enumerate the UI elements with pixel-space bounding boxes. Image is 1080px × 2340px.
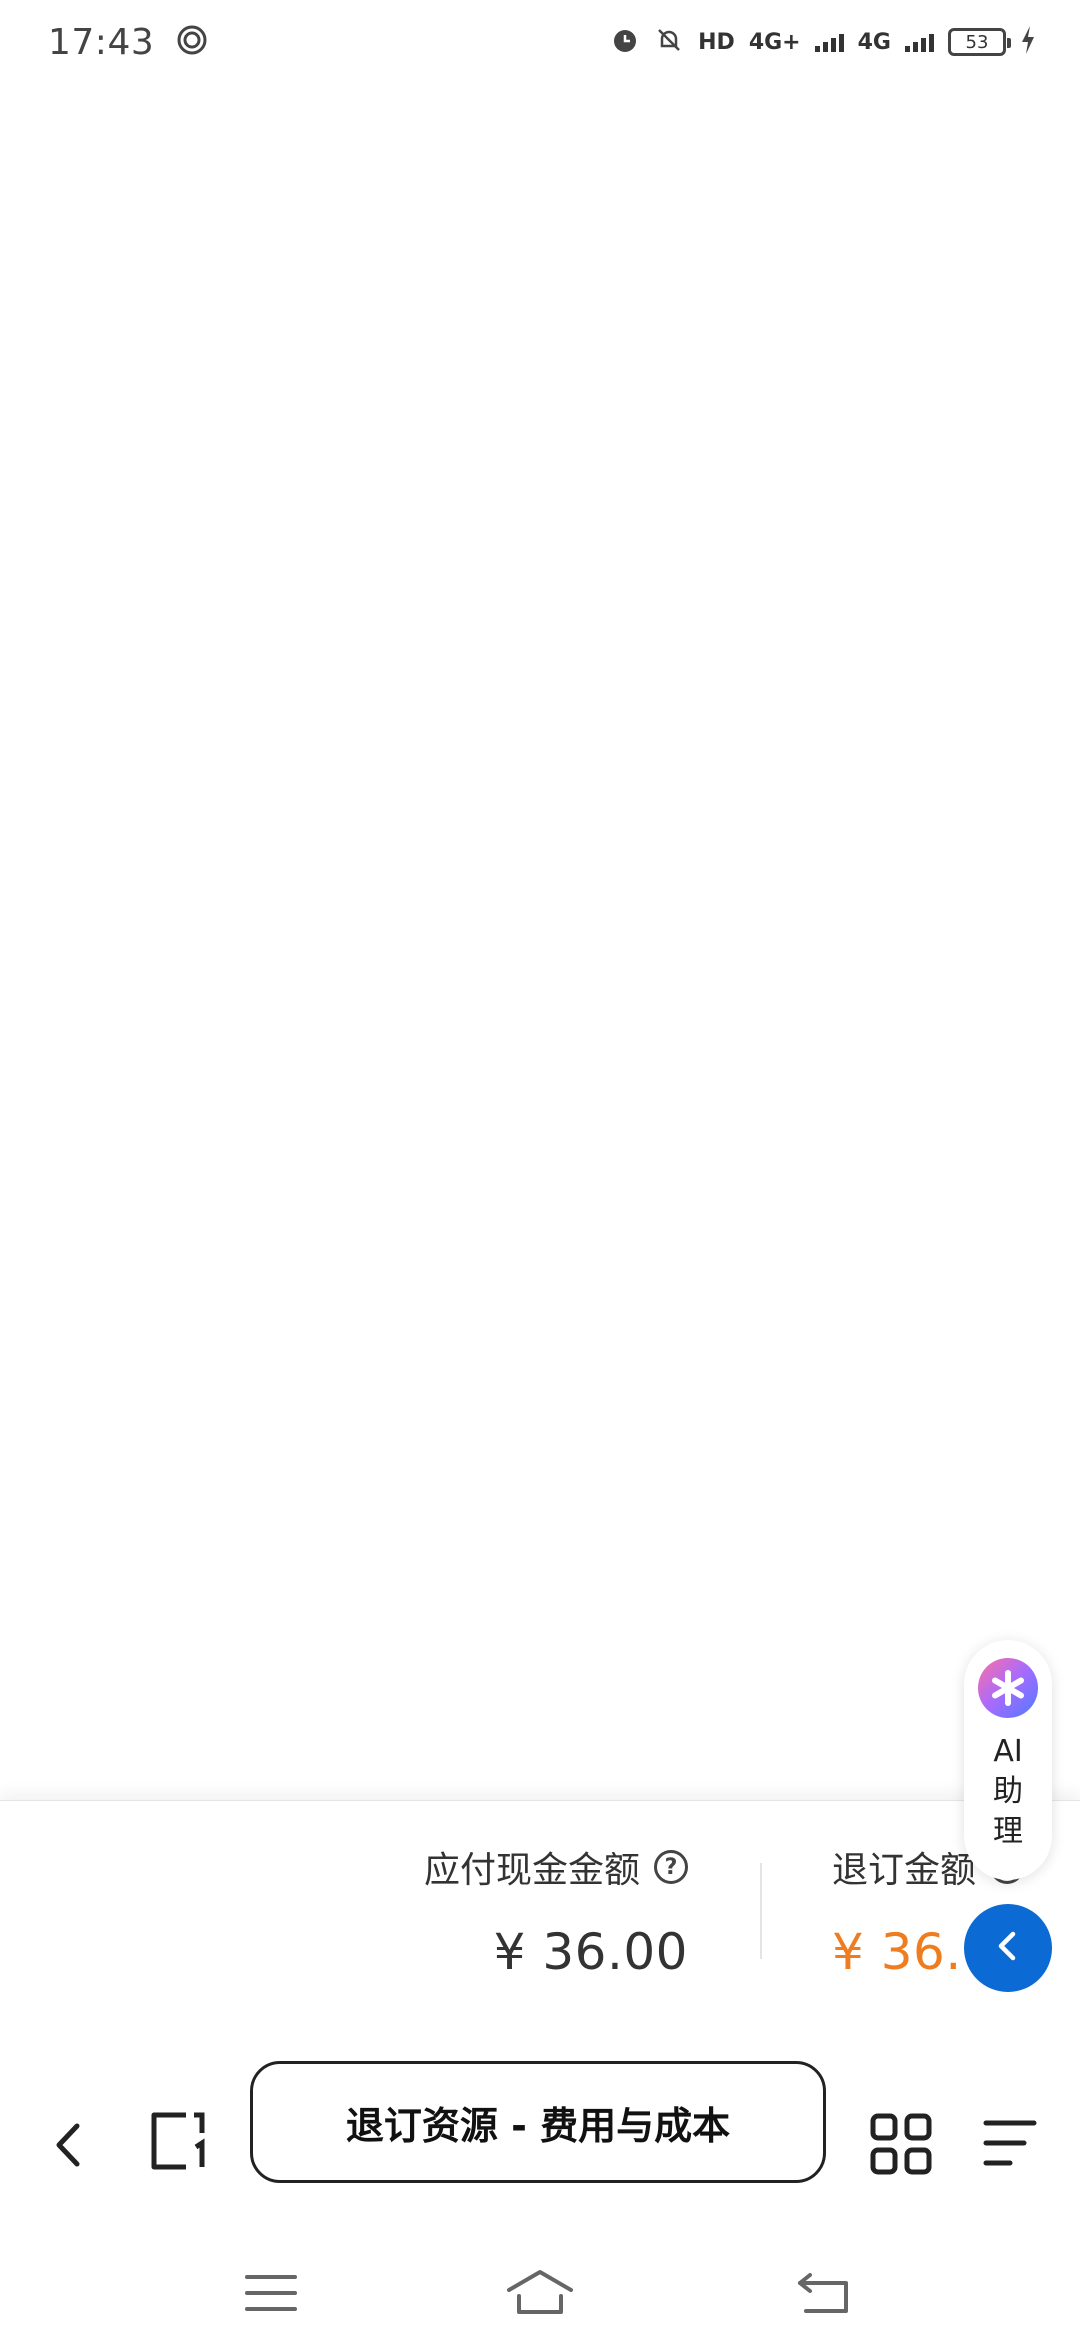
payable-amount: ¥ 36.00 — [493, 1923, 688, 1981]
network-type-1: 4G+ — [748, 29, 801, 55]
recents-button[interactable] — [236, 2263, 306, 2323]
menu-button[interactable] — [980, 2115, 1040, 2171]
signal-icon-1 — [814, 32, 844, 52]
alarm-icon — [610, 25, 640, 59]
ai-logo-icon — [978, 1658, 1038, 1718]
ai-label-line: 理 — [993, 1814, 1023, 1849]
mute-bell-icon — [654, 25, 684, 59]
signal-icon-2 — [905, 32, 934, 52]
content-area — [0, 84, 1080, 1799]
tabs-icon — [151, 2112, 205, 2170]
home-icon — [507, 2270, 573, 2314]
apps-button[interactable] — [868, 2111, 934, 2177]
ai-label-line: 助 — [993, 1774, 1023, 1809]
refund-label: 退订金额 — [832, 1850, 977, 1891]
tabs-button[interactable] — [146, 2109, 208, 2173]
screen: 17:43 HD 4G+ 4G 53 应付现金金额 ? ¥ 36.00 退订金额… — [0, 0, 1080, 2340]
back-nav-icon — [798, 2273, 848, 2313]
battery-icon: 53 — [948, 28, 1011, 56]
browser-toolbar: 退订资源 - 费用与成本 — [0, 2045, 1080, 2245]
grid-icon — [870, 2113, 932, 2175]
collapse-button[interactable] — [964, 1904, 1052, 1992]
system-nav-bar — [0, 2245, 1080, 2340]
payable-section: 应付现金金额 ? ¥ 36.00 — [424, 1841, 688, 1981]
hd-label: HD — [698, 29, 735, 55]
status-left: 17:43 — [48, 22, 208, 63]
battery-level: 53 — [965, 31, 989, 53]
ai-assistant-label: AI 助 理 — [988, 1732, 1028, 1852]
charging-icon — [1020, 26, 1036, 58]
back-nav-button[interactable] — [788, 2263, 858, 2323]
status-bar: 17:43 HD 4G+ 4G 53 — [0, 0, 1080, 84]
home-button[interactable] — [505, 2263, 575, 2323]
menu-icon — [983, 2120, 1037, 2166]
recents-icon — [245, 2275, 297, 2311]
notification-icon — [176, 24, 208, 60]
payable-label-row: 应付现金金额 ? — [424, 1841, 688, 1893]
ai-label-line: AI — [993, 1734, 1023, 1769]
status-right: HD 4G+ 4G 53 — [610, 25, 1036, 59]
chevron-left-icon — [993, 1928, 1023, 1968]
help-icon[interactable]: ? — [654, 1850, 688, 1884]
page-title-box[interactable]: 退订资源 - 费用与成本 — [250, 2061, 826, 2183]
summary-panel: 应付现金金额 ? ¥ 36.00 退订金额 ? ¥ 36.00 — [0, 1800, 1080, 2046]
ai-assistant-button[interactable]: AI 助 理 — [964, 1640, 1052, 1880]
payable-label: 应付现金金额 — [423, 1850, 640, 1891]
page-title: 退订资源 - 费用与成本 — [345, 2103, 731, 2148]
status-time: 17:43 — [48, 21, 155, 63]
back-arrow-icon — [56, 2123, 80, 2167]
divider — [760, 1863, 762, 1959]
network-type-2: 4G — [857, 29, 891, 55]
back-button[interactable] — [38, 2115, 98, 2175]
